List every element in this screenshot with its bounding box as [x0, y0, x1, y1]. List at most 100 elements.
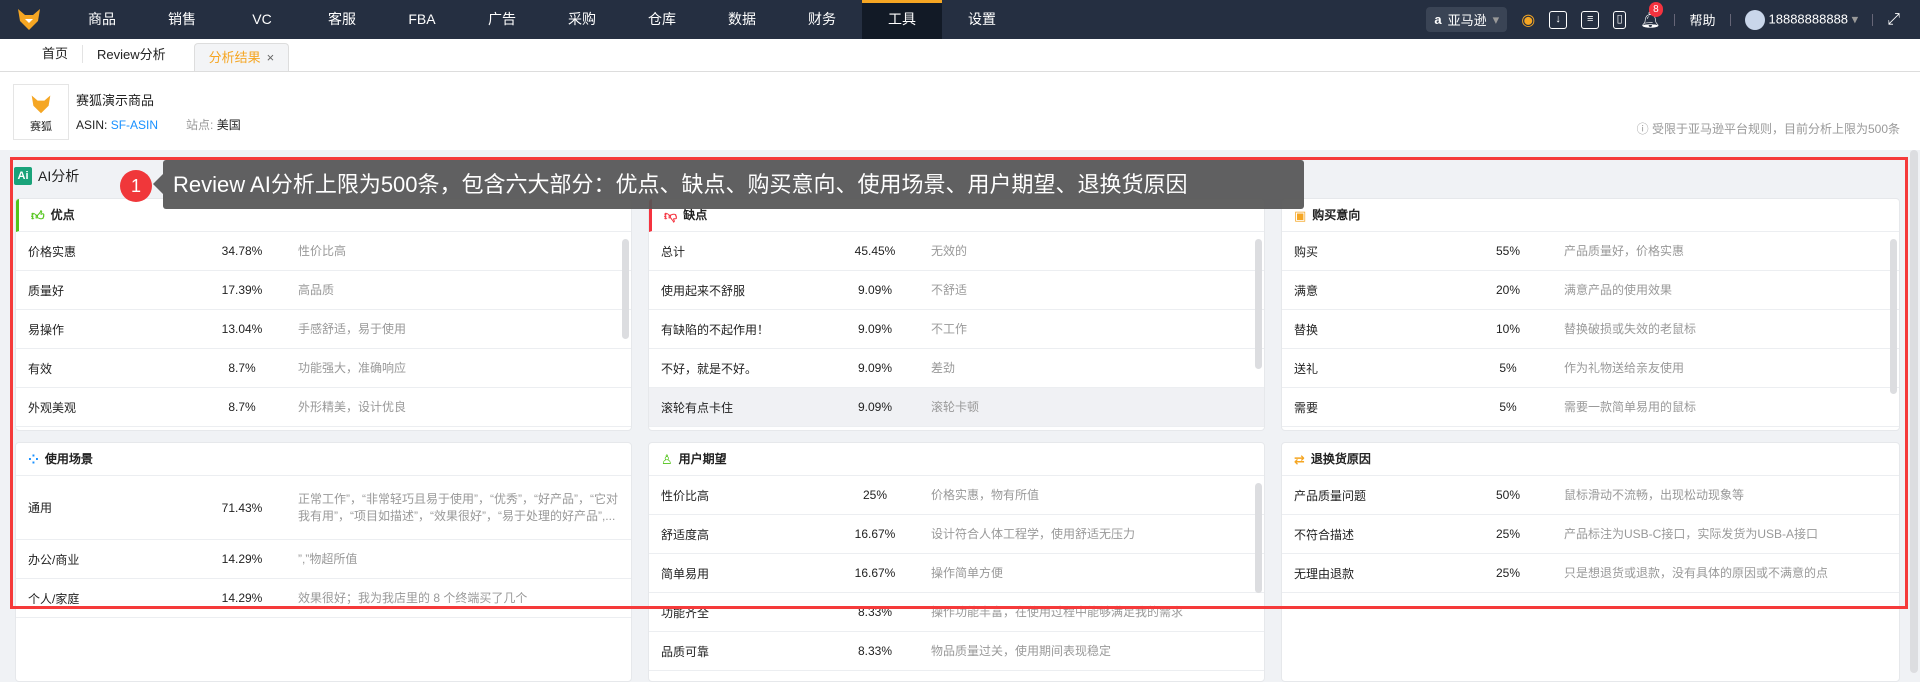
table-row[interactable]: 有效 8.7% 功能强大，准确响应 — [16, 349, 631, 388]
table-row[interactable]: 质量好 17.39% 高品质 — [16, 271, 631, 310]
limit-note-text: 受限于亚马逊平台规则，目前分析上限为500条 — [1651, 122, 1900, 136]
support-icon[interactable]: ◉ — [1521, 10, 1535, 30]
table-row[interactable]: 不好，就是不好。 9.09% 差劲 — [649, 349, 1264, 388]
menu-item[interactable]: 商品 — [62, 0, 142, 39]
analysis-card: 👎︎ 缺点 总计 45.45% 无效的 使用起来不舒服 9.09% 不舒适 有缺陷的不起作用！ 9… — [648, 198, 1265, 431]
menu-item-active[interactable]: 工具 — [862, 0, 942, 39]
page-tabs: 首页 Review分析 分析结果 × — [0, 39, 1920, 72]
card-scrollbar[interactable] — [1890, 239, 1897, 394]
table-row[interactable]: 通用 71.43% 正常工作”，“非常轻巧且易于使用”，“优秀”，“好产品”，“它对… — [16, 476, 631, 540]
tab-home[interactable]: 首页 — [28, 45, 84, 63]
row-description: 操作简单方便 — [931, 565, 1004, 580]
user-name: 18888888888 — [1768, 10, 1849, 26]
tab-review-analysis[interactable]: Review分析 — [83, 38, 180, 71]
row-label: 购买 — [1294, 244, 1319, 259]
row-label: 送礼 — [1294, 361, 1319, 376]
table-row[interactable]: 有缺陷的不起作用！ 9.09% 不工作 — [649, 310, 1264, 349]
row-description: 高品质 — [298, 282, 335, 297]
product-image: 赛狐 — [13, 84, 69, 140]
row-label: 需要 — [1294, 400, 1319, 415]
menu-item[interactable]: 销售 — [142, 0, 222, 39]
menu-item[interactable]: 财务 — [782, 0, 862, 39]
bell-icon[interactable]: 🔔︎ 8 — [1640, 1, 1663, 30]
table-row[interactable]: 品质可靠 8.33% 物品质量过关，使用期间表现稳定 — [649, 632, 1264, 671]
row-description: 产品标注为USB-C接口，实际发货为USB-A接口 — [1564, 526, 1819, 541]
nav-right: a 亚马逊 ▾ ◉ ↓ ≡ ▯ 🔔︎ 8 帮助 18888888888 ▾ ⤢ — [1426, 0, 1920, 39]
menu-item[interactable]: 采购 — [542, 0, 622, 39]
row-description: 正常工作”，“非常轻巧且易于使用”，“优秀”，“好产品”，“它对我有用”，“项目… — [298, 491, 618, 523]
asin-label: ASIN: — [76, 118, 108, 132]
row-label: 满意 — [1294, 283, 1319, 298]
row-label: 滚轮有点卡住 — [661, 400, 734, 415]
row-label: 通用 — [28, 501, 53, 515]
table-row[interactable]: 外观美观 8.7% 外形精美，设计优良 — [16, 388, 631, 427]
fox-logo-icon — [31, 95, 51, 114]
row-percent: 16.67% — [854, 527, 896, 541]
table-row[interactable]: 送礼 5% 作为礼物送给亲友使用 — [1282, 349, 1899, 388]
marketplace-label: 亚马逊 — [1447, 13, 1487, 28]
table-row[interactable]: 总计 45.45% 无效的 — [649, 232, 1264, 271]
table-row[interactable]: 不符合描述 25% 产品标注为USB-C接口，实际发货为USB-A接口 — [1282, 515, 1899, 554]
table-row[interactable]: 性价比高 25% 价格实惠，物有所值 — [649, 476, 1264, 515]
table-row[interactable]: 使用起来不舒服 9.09% 不舒适 — [649, 271, 1264, 310]
menu-item[interactable]: 数据 — [702, 0, 782, 39]
help-link[interactable]: 帮助 — [1689, 10, 1715, 29]
row-label: 舒适度高 — [661, 527, 710, 542]
page-scrollbar[interactable] — [1910, 150, 1918, 673]
marketplace-select[interactable]: a 亚马逊 ▾ — [1426, 7, 1508, 32]
table-row[interactable]: 产品质量问题 50% 鼠标滑动不流畅，出现松动现象等 — [1282, 476, 1899, 515]
table-row[interactable]: 简单易用 16.67% 操作简单方便 — [649, 554, 1264, 593]
row-label: 性价比高 — [661, 488, 710, 503]
table-row[interactable]: 易操作 13.04% 手感舒适，易于使用 — [16, 310, 631, 349]
table-row[interactable]: 价格实惠 34.78% 性价比高 — [16, 232, 631, 271]
row-percent: 8.7% — [228, 361, 256, 375]
analysis-card: 👍︎ 优点 价格实惠 34.78% 性价比高 质量好 17.39% 高品质 易操作 13.04% 手… — [15, 198, 632, 431]
fox-logo-icon[interactable] — [16, 6, 42, 32]
analysis-card: ⇄ 退换货原因 产品质量问题 50% 鼠标滑动不流畅，出现松动现象等 不符合描述 25% 产品… — [1281, 442, 1900, 682]
add-document-icon[interactable]: ≡ — [1581, 10, 1600, 29]
table-row[interactable]: 滚轮有点卡住 9.09% 滚轮卡顿 — [649, 388, 1264, 427]
tab-analysis-result[interactable]: 分析结果 × — [193, 43, 290, 71]
fullscreen-icon[interactable]: ⤢ — [1887, 11, 1900, 29]
row-percent: 9.09% — [857, 283, 893, 297]
table-row[interactable]: 替换 10% 替换破损或失效的老鼠标 — [1282, 310, 1899, 349]
menu-item[interactable]: 设置 — [942, 0, 1022, 39]
card-scrollbar[interactable] — [1255, 483, 1262, 593]
card-header: ⁘ 使用场景 — [16, 443, 631, 476]
table-row[interactable]: 满意 20% 满意产品的使用效果 — [1282, 271, 1899, 310]
row-description: 只是想退货或退款，没有具体的原因或不满意的点 — [1564, 565, 1829, 580]
menu-item[interactable]: FBA — [382, 0, 462, 39]
download-icon[interactable]: ↓ — [1549, 10, 1568, 29]
user-icon: ♙ — [661, 451, 673, 467]
table-row[interactable]: 舒适度高 16.67% 设计符合人体工程学，使用舒适无压力 — [649, 515, 1264, 554]
menu-item[interactable]: 广告 — [462, 0, 542, 39]
mobile-icon[interactable]: ▯ — [1613, 10, 1627, 29]
menu-item[interactable]: 仓库 — [622, 0, 702, 39]
table-row[interactable]: 无理由退款 25% 只是想退货或退款，没有具体的原因或不满意的点 — [1282, 554, 1899, 593]
row-description: 替换破损或失效的老鼠标 — [1564, 321, 1697, 336]
tab-label: 分析结果 — [208, 50, 261, 65]
menu-item[interactable]: 客服 — [302, 0, 382, 39]
table-row[interactable]: 购买 55% 产品质量好，价格实惠 — [1282, 232, 1899, 271]
menu-item[interactable]: VC — [222, 0, 302, 39]
grid-icon: ⁘ — [28, 451, 39, 467]
card-scrollbar[interactable] — [622, 239, 629, 339]
table-row[interactable]: 需要 5% 需要一款简单易用的鼠标 — [1282, 388, 1899, 427]
table-row[interactable]: 个人/家庭 14.29% 效果很好；我为我店里的 8 个终端买了几个 — [16, 579, 631, 618]
row-label: 无理由退款 — [1294, 566, 1355, 581]
table-row[interactable]: 功能齐全 8.33% 操作功能丰富，在使用过程中能够满足我的需求 — [649, 593, 1264, 632]
top-nav: 商品 销售 VC 客服 FBA 广告 采购 仓库 数据 财务 工具 设置 a 亚马… — [0, 0, 1920, 39]
section-title-text: AI分析 — [38, 168, 80, 184]
card-scrollbar[interactable] — [1255, 239, 1262, 369]
user-menu[interactable]: 18888888888 ▾ — [1744, 9, 1858, 30]
close-icon[interactable]: × — [267, 50, 275, 65]
product-meta: ASIN: SF-ASIN 站点: 美国 — [76, 116, 241, 133]
table-row[interactable]: 办公/商业 14.29% ”,”物超所值 — [16, 540, 631, 579]
site-label: 站点: — [186, 118, 214, 132]
card-header: ⇄ 退换货原因 — [1282, 443, 1899, 476]
row-label: 价格实惠 — [28, 244, 77, 259]
row-label: 质量好 — [28, 283, 65, 298]
asin-link[interactable]: SF-ASIN — [111, 118, 158, 132]
card-title: 退换货原因 — [1310, 451, 1371, 466]
row-label: 办公/商业 — [28, 552, 80, 567]
